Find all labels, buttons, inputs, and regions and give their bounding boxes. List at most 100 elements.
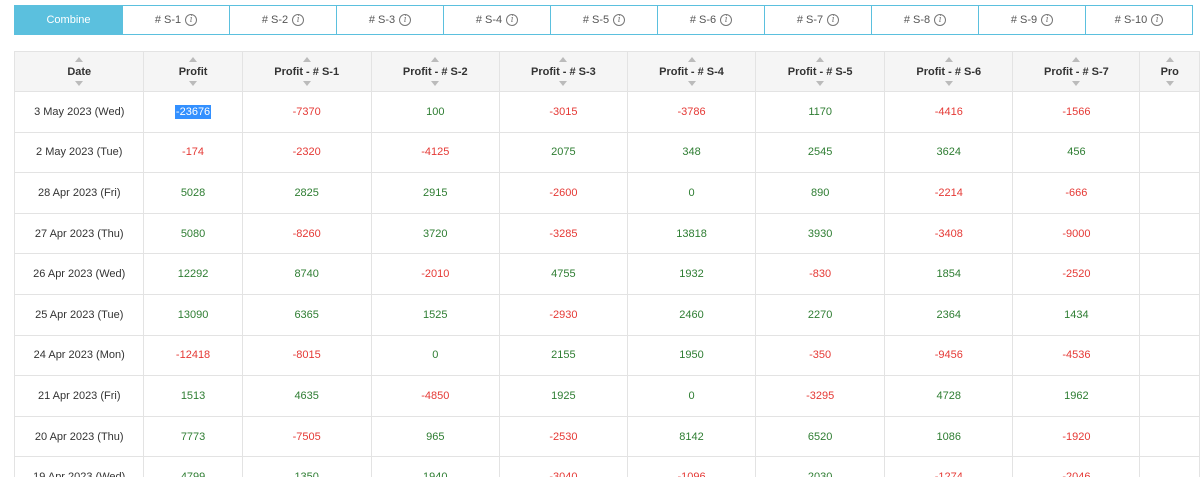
profit-cell: -2320 [241,131,372,174]
date-cell: 24 Apr 2023 (Mon) [13,334,145,377]
profit-value: -3285 [549,227,578,240]
date-cell: 21 Apr 2023 (Fri) [13,375,145,417]
profit-value: -4536 [1062,349,1091,362]
sort-descending-icon[interactable] [1072,81,1081,86]
tab-combine[interactable]: Combine [14,5,123,35]
column-header-profit-s-7[interactable]: Profit - # S-7 [1012,51,1141,92]
sort-ascending-icon[interactable] [559,57,568,62]
column-header-profit-s-2[interactable]: Profit - # S-2 [370,51,500,92]
profit-value: 2825 [294,186,319,199]
profit-cell: -23676 [143,91,243,133]
profit-value: -666 [1065,186,1088,199]
tab-s-9[interactable]: # S-9 i [978,5,1086,35]
tab-s-3[interactable]: # S-3 i [336,5,444,35]
info-icon[interactable]: i [1041,14,1054,26]
info-icon[interactable]: i [1151,14,1164,26]
sort-ascending-icon[interactable] [431,57,440,62]
column-header-label: Profit - # S-4 [659,65,724,78]
column-header-profit-s-3[interactable]: Profit - # S-3 [498,51,628,92]
sort-descending-icon[interactable] [431,81,440,86]
info-icon[interactable]: i [827,14,840,26]
tab-s-5[interactable]: # S-5 i [550,5,658,35]
sort-ascending-icon[interactable] [1072,57,1081,62]
profit-cell: -2930 [498,293,628,336]
profit-cell: -3786 [626,91,757,133]
sort-ascending-icon[interactable] [189,57,198,62]
profit-cell: -2600 [498,172,628,214]
column-header-profit-s-4[interactable]: Profit - # S-4 [626,51,757,92]
sort-descending-icon[interactable] [816,81,825,86]
column-header-date[interactable]: Date [13,51,145,92]
profit-cell: 0 [626,375,757,417]
profit-cell: 4755 [498,253,628,295]
profit-cell: -4125 [370,131,500,174]
info-icon[interactable]: i [506,14,519,26]
profit-value: 2075 [551,146,576,159]
profit-cell: 1350 [241,456,372,477]
sort-descending-icon[interactable] [944,81,953,86]
table-row: 26 Apr 2023 (Wed) 12292 8740 -2010 4755 1932 -… [13,253,1200,295]
sort-ascending-icon[interactable] [302,57,311,62]
sort-descending-icon[interactable] [189,81,198,86]
sort-ascending-icon[interactable] [816,57,825,62]
profit-cell: -7370 [241,91,372,133]
profit-value: 4728 [936,389,962,402]
profit-value: 100 [426,105,445,118]
profit-cell: 965 [370,415,500,458]
tab-s-6[interactable]: # S-6 i [657,5,765,35]
tab-s-2[interactable]: # S-2 i [229,5,337,35]
tab-label: # S-7 [796,14,824,26]
profit-cell: -1096 [626,456,757,477]
column-header-profit-s-6[interactable]: Profit - # S-6 [884,51,1014,92]
column-header-profit-s-1[interactable]: Profit - # S-1 [241,51,372,92]
tab-s-1[interactable]: # S-1 i [122,5,230,35]
tab-s-7[interactable]: # S-7 i [764,5,872,35]
sort-ascending-icon[interactable] [687,57,696,62]
column-header-profit-s-5[interactable]: Profit - # S-5 [755,51,886,92]
date-value: 19 Apr 2023 (Wed) [33,471,125,477]
profit-cell: 3720 [370,212,500,255]
sort-descending-icon[interactable] [75,81,84,86]
tab-s-8[interactable]: # S-8 i [871,5,979,35]
tab-s-10[interactable]: # S-10 i [1085,5,1193,35]
sort-descending-icon[interactable] [1165,81,1174,86]
info-icon[interactable]: i [292,14,305,26]
profit-value: -1096 [677,471,705,477]
column-header-profit[interactable]: Profit [143,51,243,92]
profit-value: 2364 [936,308,962,321]
column-header-label: Date [67,65,92,78]
profit-cell: -4850 [370,375,500,417]
profit-cell: -174 [143,131,243,174]
profit-cell: 1170 [755,91,886,133]
profit-cell: 2460 [626,293,757,336]
sort-descending-icon[interactable] [559,81,568,86]
profit-cell: 1962 [1012,375,1141,417]
info-icon[interactable]: i [720,14,733,26]
tab-label: # S-3 [368,14,396,26]
profit-cell: 1932 [626,253,757,295]
sort-ascending-icon[interactable] [75,57,84,62]
sort-ascending-icon[interactable] [1165,57,1174,62]
profit-value: 13818 [676,227,707,240]
sort-descending-icon[interactable] [302,81,311,86]
profit-cell: -830 [755,253,886,295]
profit-cell: -1274 [884,456,1014,477]
profit-cell: 4799 [143,456,243,477]
profit-cell: -2530 [498,415,628,458]
profit-value: -1920 [1062,430,1091,443]
profit-cell [1139,415,1200,458]
column-header-pro[interactable]: Pro [1139,51,1200,92]
tab-s-4[interactable]: # S-4 i [443,5,551,35]
info-icon[interactable]: i [185,14,198,26]
strategy-tabs: Combine # S-1 i # S-2 i # S-3 i # S-4 i # S-5 i # S… [14,5,1193,35]
info-icon[interactable]: i [934,14,947,26]
profit-cell: 1525 [370,293,500,336]
sort-descending-icon[interactable] [687,81,696,86]
profit-value: 2460 [679,308,704,321]
profit-cell: -3408 [884,212,1014,255]
info-icon[interactable]: i [399,14,412,26]
info-icon[interactable]: i [613,14,626,26]
date-value: 25 Apr 2023 (Tue) [35,308,124,321]
sort-ascending-icon[interactable] [944,57,953,62]
profit-cell: -1920 [1012,415,1141,458]
